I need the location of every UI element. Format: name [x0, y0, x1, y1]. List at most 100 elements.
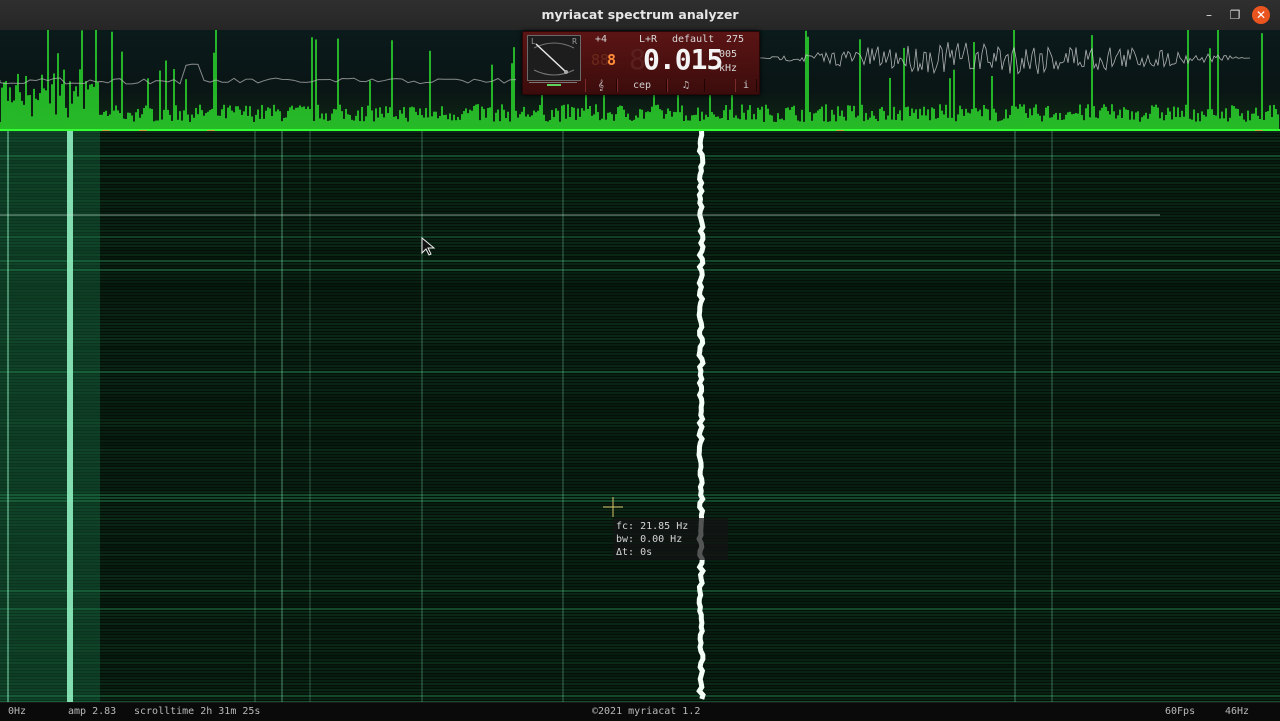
counter-label: 275 [726, 34, 745, 45]
dominant-tone-trace [696, 131, 706, 700]
status-copyright: ©2021 myriacat 1.2 [592, 706, 701, 717]
waterfall-band [0, 242, 1280, 244]
waterfall-display[interactable] [0, 131, 1280, 702]
waterfall-band [0, 362, 1280, 364]
waterfall-band [0, 284, 1280, 286]
waterfall-band [0, 464, 1280, 466]
waterfall-band [0, 659, 1280, 661]
waterfall-band [0, 131, 1280, 133]
waterfall-band [0, 647, 1280, 649]
waterfall-band [0, 149, 1280, 151]
waterfall-band [0, 605, 1280, 607]
oscilloscope-waveform [759, 42, 1251, 75]
frequency-display: 0.015 [643, 43, 723, 76]
waterfall-band [0, 623, 1280, 625]
waterfall-band [0, 392, 1280, 394]
waterfall-band [0, 503, 1280, 505]
waterfall-band [0, 626, 1280, 628]
readout-dt: Δt: 0s [616, 547, 653, 558]
waterfall-band [0, 683, 1280, 685]
status-scrolltime: scrolltime 2h 31m 25s [134, 706, 261, 717]
waterfall-band [0, 677, 1280, 679]
waterfall-band [0, 386, 1280, 388]
waterfall-band [0, 467, 1280, 469]
waterfall-band [0, 332, 1280, 334]
waterfall-band [0, 266, 1280, 268]
clef-button[interactable]: 𝄞 [585, 79, 617, 92]
waterfall-band [0, 227, 1280, 229]
notes-button[interactable]: ♫ [667, 79, 705, 92]
waterfall-band [0, 458, 1280, 460]
waterfall-band [0, 470, 1280, 472]
waterfall-band [0, 167, 1280, 169]
waterfall-band [0, 311, 1280, 313]
waterfall-band [0, 590, 1280, 592]
waterfall-band [0, 581, 1280, 583]
waterfall-band [0, 566, 1280, 568]
waterfall-band [0, 650, 1280, 652]
waterfall-band [0, 698, 1280, 700]
waterfall-band [0, 686, 1280, 688]
waterfall-band [0, 260, 1280, 262]
waterfall-band [0, 383, 1280, 385]
waterfall-band [0, 398, 1280, 400]
level-meter: L R [527, 35, 581, 81]
waterfall-band [0, 608, 1280, 610]
maximize-button[interactable]: ❐ [1226, 6, 1244, 24]
waterfall-band [0, 137, 1280, 139]
waterfall-band [0, 407, 1280, 409]
waterfall-band [0, 434, 1280, 436]
cursor-readout: fc: 21.85 Hz bw: 0.00 Hz Δt: 0s [613, 518, 728, 560]
waterfall-band [0, 617, 1280, 619]
waterfall-band [0, 182, 1280, 184]
status-max-frequency: 46Hz [1225, 706, 1250, 717]
waterfall-band [0, 368, 1280, 370]
waterfall-band [0, 341, 1280, 343]
waterfall-band [0, 506, 1280, 508]
cep-button[interactable]: cep [617, 79, 667, 92]
waterfall-band [0, 236, 1280, 238]
waterfall-band [0, 674, 1280, 676]
close-button[interactable]: ✕ [1252, 6, 1270, 24]
waterfall-band [0, 629, 1280, 631]
waterfall-band [0, 461, 1280, 463]
waterfall-band [0, 146, 1280, 148]
waterfall-band [0, 278, 1280, 280]
waterfall-band [0, 596, 1280, 598]
waterfall-band [0, 323, 1280, 325]
control-panel: L R +4 L+R default 275 88 8 8 0.015 005 … [522, 31, 760, 95]
waterfall-band [0, 338, 1280, 340]
status-fps: 60Fps [1165, 706, 1196, 717]
waterfall-band [0, 428, 1280, 430]
waterfall-band [0, 413, 1280, 415]
peak-hold-line [0, 63, 517, 85]
gain-label[interactable]: +4 [595, 34, 607, 45]
waterfall-band [0, 692, 1280, 694]
waterfall-band [0, 224, 1280, 226]
waterfall-band [0, 317, 1280, 319]
waterfall-band [0, 509, 1280, 511]
waterfall-band [0, 305, 1280, 307]
waterfall-band [0, 287, 1280, 289]
waterfall-band [0, 281, 1280, 283]
waterfall-band [0, 239, 1280, 241]
waterfall-band [0, 602, 1280, 604]
mouse-pointer-icon [421, 237, 436, 256]
waterfall-band [0, 440, 1280, 442]
waterfall-band [0, 179, 1280, 181]
waterfall-band [0, 584, 1280, 586]
info-button[interactable]: i [735, 79, 757, 92]
waterfall-band [0, 299, 1280, 301]
waterfall-band [0, 212, 1280, 214]
waterfall-band [0, 476, 1280, 478]
panel-button-row: 𝄞 cep ♫ i [585, 79, 757, 93]
crosshair-icon [603, 497, 623, 517]
waterfall-band [0, 218, 1280, 220]
frequency-unit: kHz [719, 63, 738, 74]
waterfall-band [0, 347, 1280, 349]
waterfall-band [0, 569, 1280, 571]
waterfall-band [0, 350, 1280, 352]
minimize-button[interactable]: – [1200, 6, 1218, 24]
waterfall-band [0, 200, 1280, 202]
waterfall-band [0, 401, 1280, 403]
